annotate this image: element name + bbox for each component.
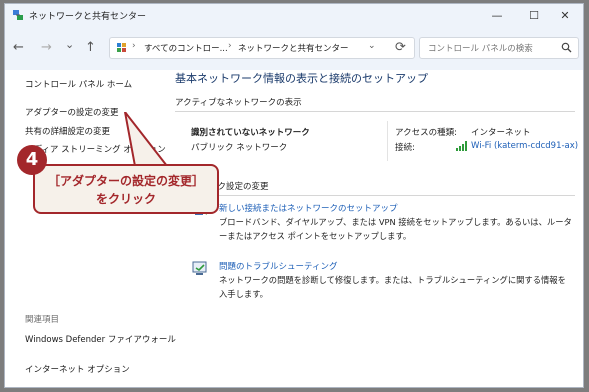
up-button[interactable]: ↑ xyxy=(85,40,96,55)
search-box[interactable]: コントロール パネルの検索 xyxy=(419,37,579,59)
connection-label: 接続: xyxy=(395,143,415,153)
access-type-value: インターネット xyxy=(471,128,531,138)
callout-join xyxy=(127,166,183,170)
back-button[interactable]: ← xyxy=(13,40,24,55)
callout-text-line1: ［アダプターの設定の変更］ xyxy=(47,174,204,188)
title-bar: ネットワークと共有センター — ☐ ✕ xyxy=(5,4,583,28)
navigation-bar: ← → ⌄ ↑ › すべてのコントロー... › ネットワークと共有センター ⌄… xyxy=(5,28,583,70)
access-type-label: アクセスの種類: xyxy=(395,128,457,138)
related-heading: 関連項目 xyxy=(25,315,60,325)
callout-pointer xyxy=(124,112,170,167)
sidebar-advanced-sharing-settings[interactable]: 共有の詳細設定の変更 xyxy=(25,125,110,137)
address-bar[interactable]: › すべてのコントロー... › ネットワークと共有センター ⌄ xyxy=(109,37,415,59)
control-panel-icon xyxy=(117,43,126,52)
breadcrumb-network-center[interactable]: ネットワークと共有センター xyxy=(238,42,349,54)
troubleshoot-icon xyxy=(192,261,207,275)
divider xyxy=(175,195,575,196)
address-dropdown-icon[interactable]: ⌄ xyxy=(368,41,376,51)
window: ネットワークと共有センター — ☐ ✕ ← → ⌄ ↑ › すべてのコントロー.… xyxy=(4,3,584,388)
recent-locations-dropdown[interactable]: ⌄ xyxy=(65,38,74,51)
network-name: 識別されていないネットワーク xyxy=(191,128,310,138)
wifi-signal-icon xyxy=(456,141,467,151)
forward-button[interactable]: → xyxy=(41,40,52,55)
close-button[interactable]: ✕ xyxy=(545,4,583,28)
new-connection-description: ブロードバンド、ダイヤルアップ、または VPN 接続をセットアップします。あるい… xyxy=(219,217,572,241)
wifi-connection-link[interactable]: Wi-Fi (katerm-cdcd91-ax) xyxy=(471,141,578,151)
network-type[interactable]: パブリック ネットワーク xyxy=(191,141,287,153)
active-networks-heading: アクティブなネットワークの表示 xyxy=(175,98,302,108)
new-connection-link[interactable]: 新しい接続またはネットワークのセットアップ xyxy=(219,202,398,214)
related-internet-options[interactable]: インターネット オプション xyxy=(25,363,130,375)
search-input[interactable]: コントロール パネルの検索 xyxy=(428,42,533,54)
page-title: 基本ネットワーク情報の表示と接続のセットアップ xyxy=(175,72,428,85)
sidebar-change-adapter-settings[interactable]: アダプターの設定の変更 xyxy=(25,106,119,118)
network-center-app-icon xyxy=(13,10,23,20)
breadcrumb-separator: › xyxy=(132,41,136,51)
callout-text-line2: をクリック xyxy=(95,192,156,206)
refresh-button[interactable]: ⟳ xyxy=(395,40,406,55)
search-icon xyxy=(561,42,572,53)
step-number-badge: 4 xyxy=(17,145,47,175)
annotation-callout: ［アダプターの設定の変更］ をクリック xyxy=(33,164,219,214)
breadcrumb-separator: › xyxy=(228,41,232,51)
minimize-button[interactable]: — xyxy=(477,4,517,28)
troubleshoot-description: ネットワークの問題を診断して修復します。または、トラブルシューティングに関する情… xyxy=(219,275,566,299)
breadcrumb-all-control-panel[interactable]: すべてのコントロー... xyxy=(144,42,228,54)
divider xyxy=(175,111,575,112)
window-title: ネットワークと共有センター xyxy=(29,12,147,22)
related-windows-defender-firewall[interactable]: Windows Defender ファイアウォール xyxy=(25,333,176,345)
divider xyxy=(387,121,388,161)
sidebar-control-panel-home[interactable]: コントロール パネル ホーム xyxy=(25,78,132,90)
troubleshoot-link[interactable]: 問題のトラブルシューティング xyxy=(219,260,338,272)
